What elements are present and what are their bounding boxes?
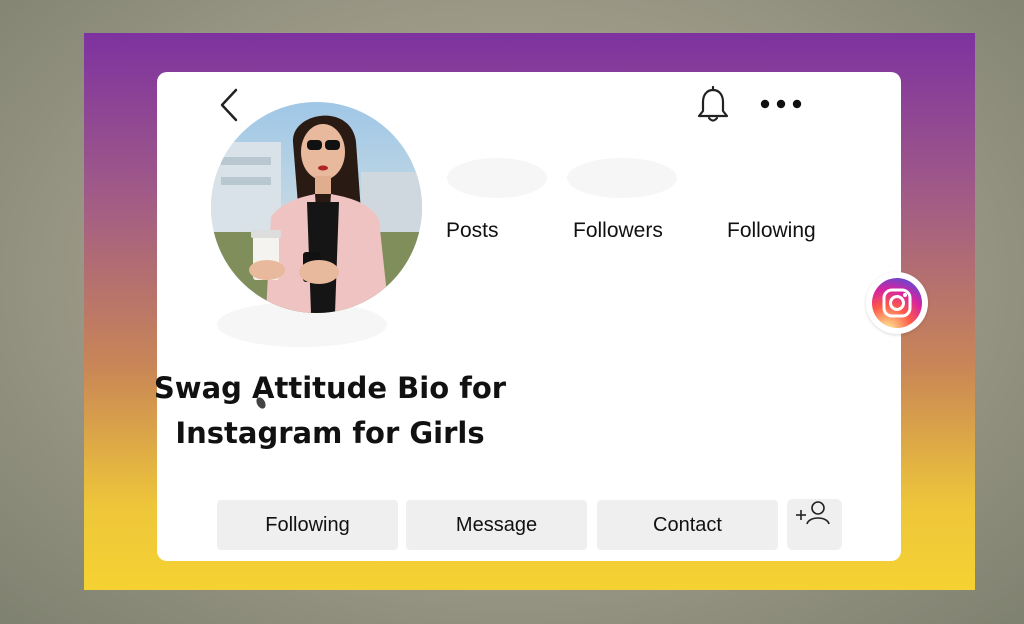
instagram-logo xyxy=(866,272,928,334)
instagram-camera-icon xyxy=(882,288,912,318)
headline-line-2: Instagram for Girls xyxy=(175,416,485,450)
faint-placeholder xyxy=(567,158,677,198)
faint-placeholder xyxy=(447,158,547,198)
stat-followers-label[interactable]: Followers xyxy=(573,219,663,243)
following-button[interactable]: Following xyxy=(217,500,398,550)
profile-avatar[interactable] xyxy=(211,102,422,313)
contact-button[interactable]: Contact xyxy=(597,500,778,550)
message-button[interactable]: Message xyxy=(406,500,587,550)
chevron-left-icon[interactable] xyxy=(216,87,244,123)
bell-icon[interactable] xyxy=(696,86,730,124)
stat-following-label[interactable]: Following xyxy=(727,219,816,243)
headline-line-1: Swag Attitude Bio for xyxy=(153,371,507,405)
more-horizontal-icon[interactable] xyxy=(758,96,804,112)
add-user-button[interactable] xyxy=(787,499,842,550)
headline: Swag Attitude Bio for Instagram for Girl… xyxy=(150,366,510,456)
stat-posts-label[interactable]: Posts xyxy=(446,219,499,243)
add-user-icon xyxy=(796,501,830,525)
profile-photo xyxy=(211,102,422,313)
